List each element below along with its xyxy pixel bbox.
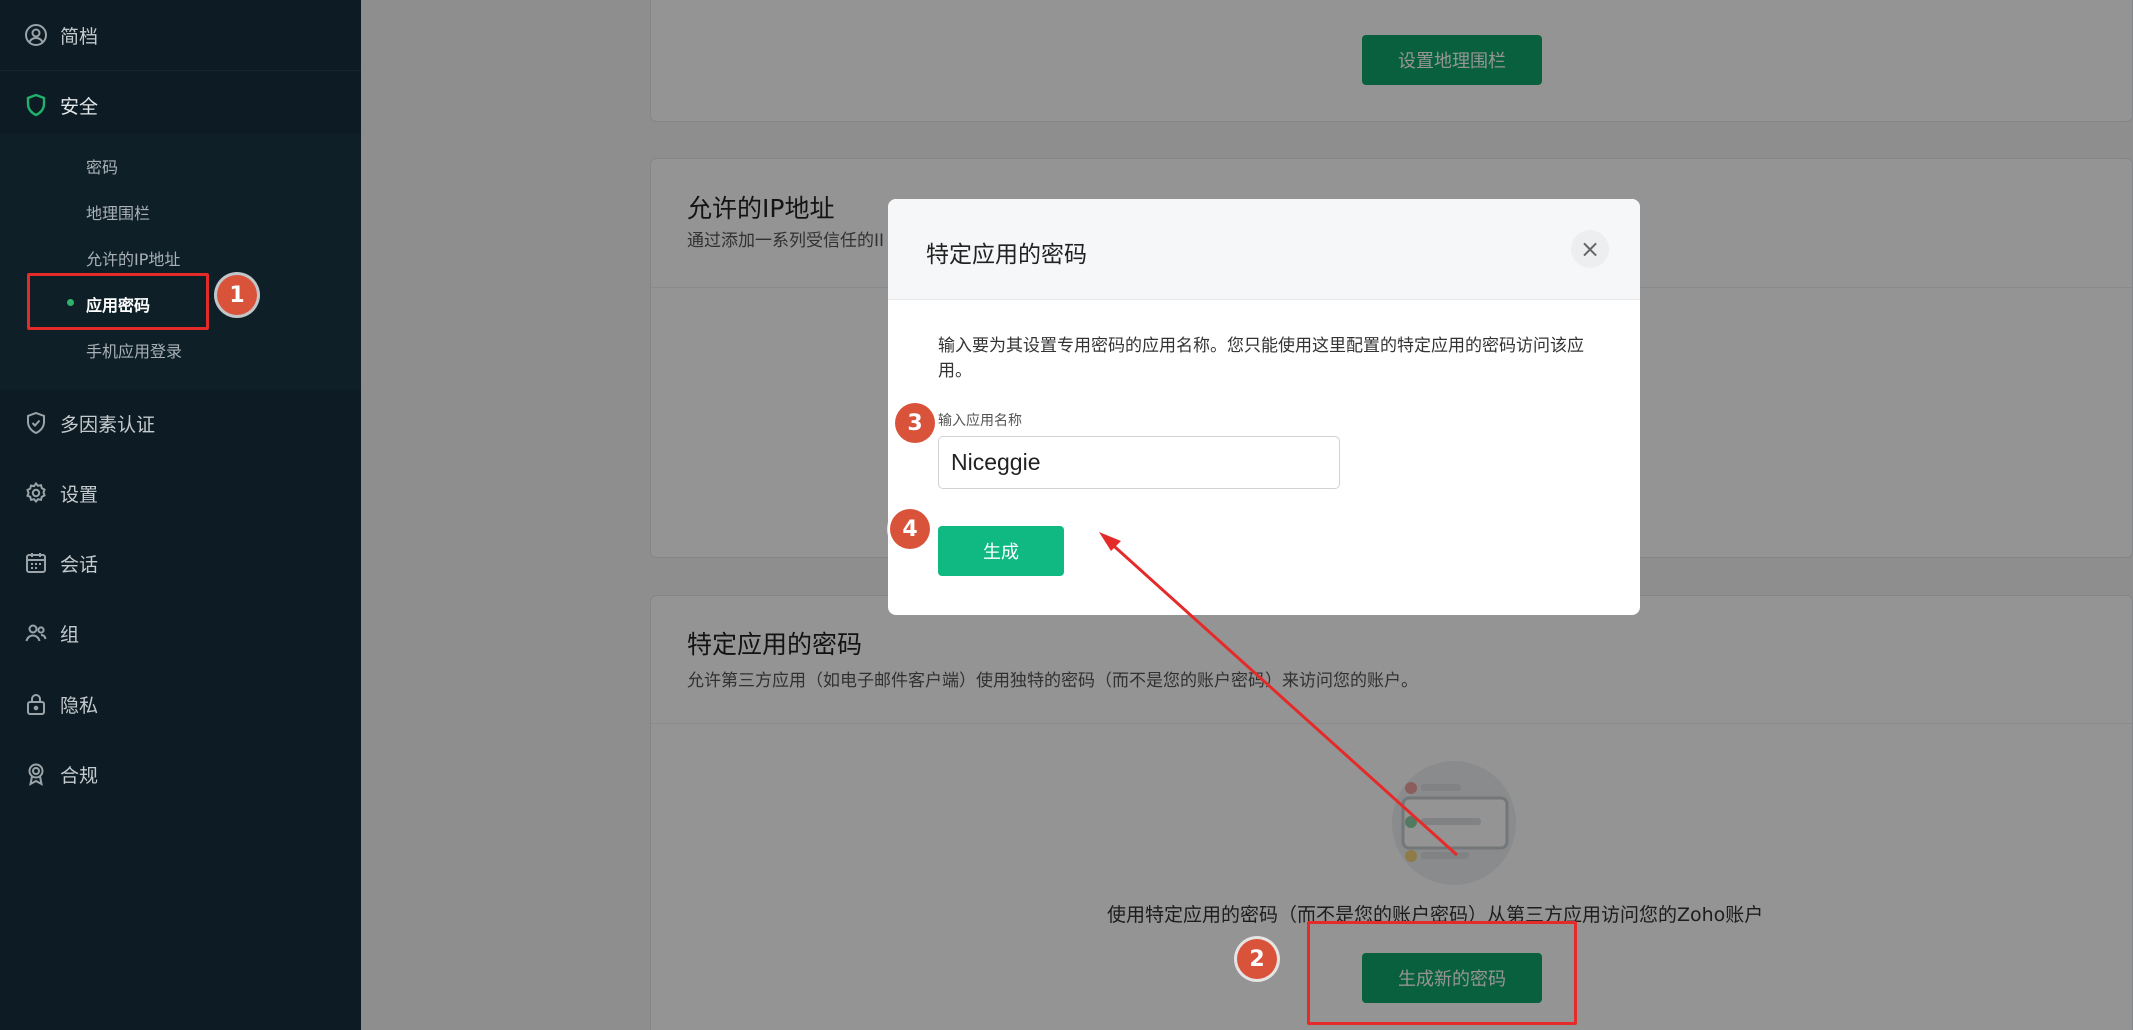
submenu-item-mobile-login[interactable]: 手机应用登录 (86, 338, 182, 362)
sidebar-item-label: 多因素认证 (60, 413, 156, 436)
step-badge-1: 1 (217, 275, 257, 315)
sidebar-item-label: 组 (60, 623, 80, 646)
step-badge-4: 4 (890, 509, 930, 549)
divider (0, 70, 361, 71)
sidebar-item-label: 安全 (60, 95, 99, 118)
sidebar-item-security[interactable]: 安全 (0, 75, 361, 135)
step-badge-2: 2 (1237, 939, 1277, 979)
sidebar-item-sessions[interactable]: 会话 (0, 533, 361, 593)
app-password-dialog: 特定应用的密码 × 输入要为其设置专用密码的应用名称。您只能使用这里配置的特定应… (888, 199, 1640, 615)
calendar-icon (24, 551, 48, 575)
sidebar-item-settings[interactable]: 设置 (0, 463, 361, 523)
group-icon (24, 621, 48, 645)
sidebar-item-privacy[interactable]: 隐私 (0, 674, 361, 734)
submenu-item-password[interactable]: 密码 (86, 154, 118, 178)
app-name-input[interactable] (938, 436, 1340, 489)
sidebar-item-groups[interactable]: 组 (0, 603, 361, 663)
sidebar-item-compliance[interactable]: 合规 (0, 744, 361, 804)
sidebar-item-label: 会话 (60, 553, 99, 576)
step-badge-3: 3 (895, 403, 935, 443)
shield-check-icon (24, 411, 48, 435)
dialog-title: 特定应用的密码 (926, 242, 1087, 268)
profile-icon (24, 23, 48, 47)
sidebar-item-label: 简档 (60, 25, 99, 48)
award-icon (24, 762, 48, 786)
sidebar-item-label: 隐私 (60, 694, 99, 717)
gear-icon (24, 481, 48, 505)
dialog-description: 输入要为其设置专用密码的应用名称。您只能使用这里配置的特定应用的密码访问该应用。 (938, 336, 1584, 381)
close-icon[interactable]: × (1571, 230, 1609, 268)
sidebar-item-label: 合规 (60, 764, 99, 787)
sidebar-item-profile[interactable]: 简档 (0, 5, 361, 65)
app-name-label: 输入应用名称 (938, 413, 1022, 429)
sidebar-item-mfa[interactable]: 多因素认证 (0, 393, 361, 453)
shield-icon (24, 93, 48, 117)
sidebar-item-label: 设置 (60, 483, 99, 506)
sidebar: 简档 安全 密码 地理围栏 允许的IP地址 应用密码 手机应用登录 多因素认证 … (0, 0, 361, 1030)
dialog-header: 特定应用的密码 × (888, 199, 1640, 300)
submenu-item-allowed-ip[interactable]: 允许的IP地址 (86, 246, 180, 270)
highlight-box-generate-new-password (1307, 921, 1577, 1025)
highlight-box-app-passwords (27, 273, 209, 330)
generate-button[interactable]: 生成 (938, 526, 1064, 576)
submenu-item-geofence[interactable]: 地理围栏 (86, 200, 150, 224)
lock-icon (24, 692, 48, 716)
